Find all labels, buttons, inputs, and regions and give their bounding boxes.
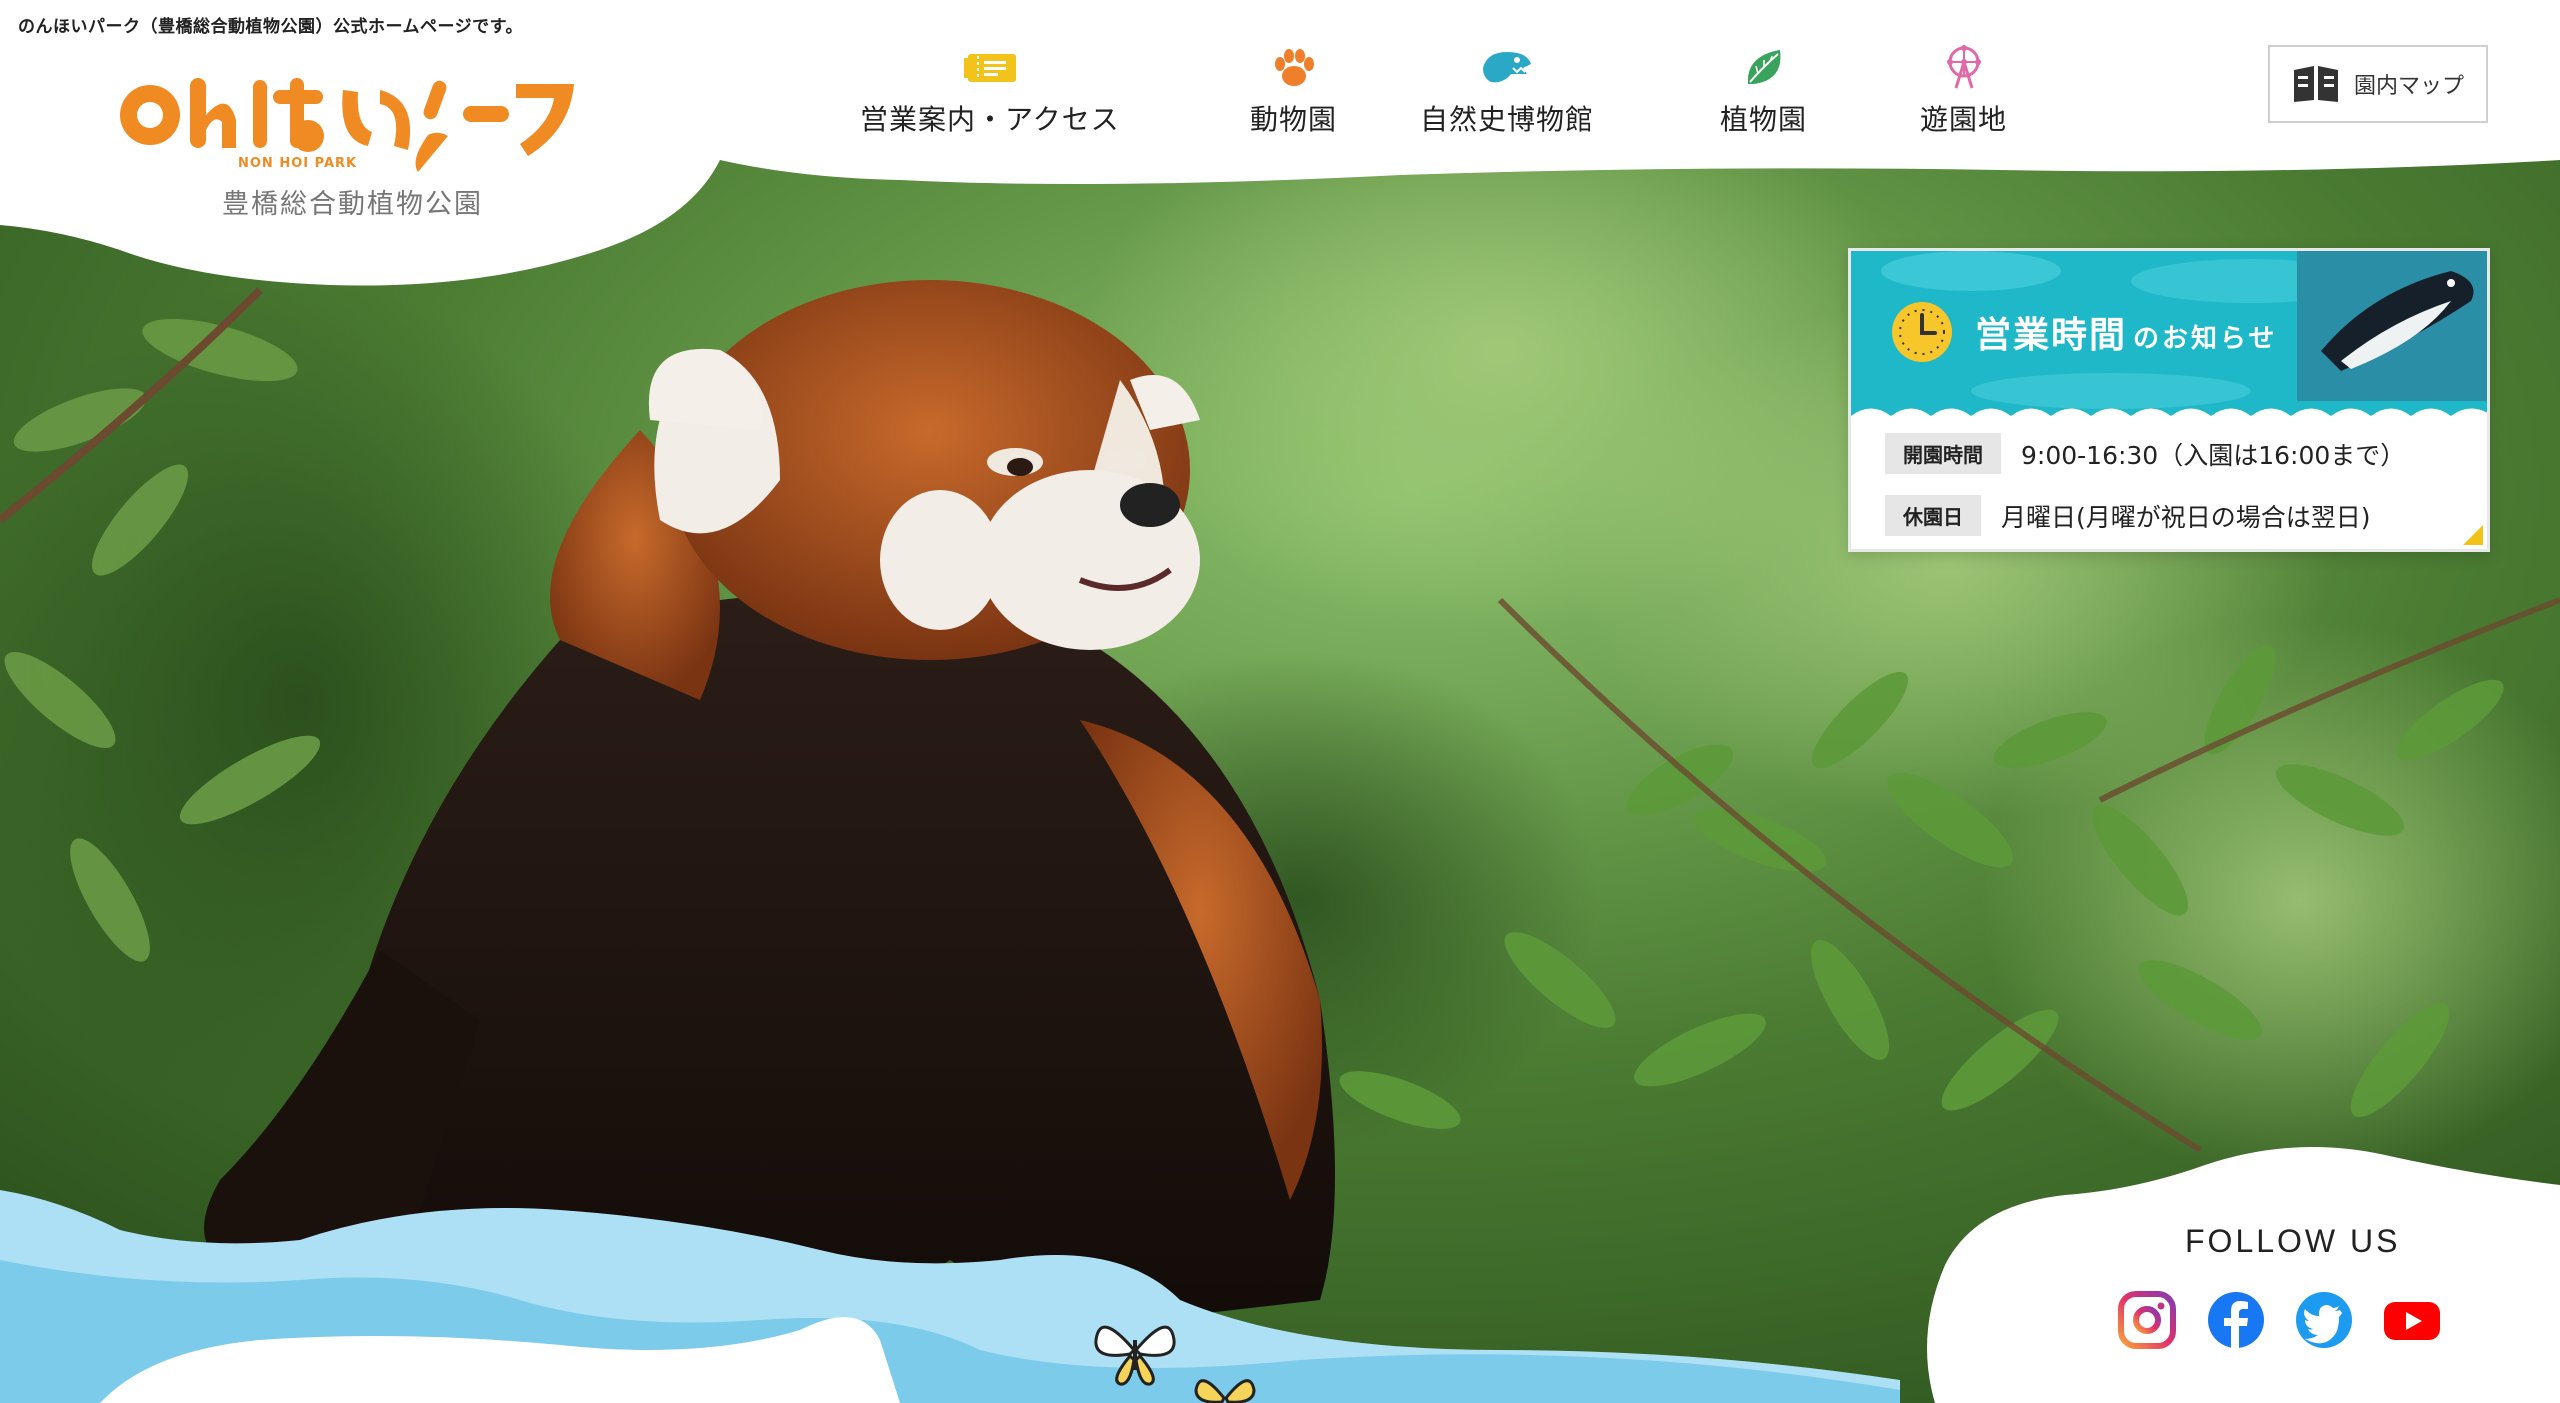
info-tag: 開園時間 bbox=[1885, 433, 2001, 474]
youtube-icon[interactable] bbox=[2382, 1290, 2442, 1350]
butterfly-illustration-small bbox=[1194, 1379, 1256, 1403]
ticket-icon bbox=[963, 54, 1016, 82]
info-value: 9:00-16:30（入園は16:00まで） bbox=[2021, 440, 2406, 470]
clock-icon bbox=[1892, 302, 1952, 362]
instagram-icon[interactable] bbox=[2117, 1290, 2177, 1350]
ferris-wheel-icon bbox=[1946, 45, 1981, 89]
nav-label: 営業案内・アクセス bbox=[860, 103, 1120, 136]
park-map-button[interactable]: 園内マップ bbox=[2268, 45, 2488, 123]
opening-hours-card[interactable]: 営業時間 のお知らせ 開園時間 9:00-16:30（入園は16:00まで） 休園… bbox=[1848, 248, 2490, 552]
info-title: 営業時間 のお知らせ bbox=[1975, 306, 2278, 358]
nav-item-botanical-garden[interactable]: 植物園 bbox=[1720, 44, 1807, 138]
info-row-hours: 開園時間 9:00-16:30（入園は16:00まで） bbox=[1885, 433, 2405, 474]
nav-label: 植物園 bbox=[1720, 103, 1808, 136]
butterfly-illustration bbox=[1094, 1325, 1176, 1386]
nav-label: 動物園 bbox=[1250, 103, 1338, 136]
info-tag: 休園日 bbox=[1885, 495, 1981, 536]
info-row-closed: 休園日 月曜日(月曜が祝日の場合は翌日) bbox=[1885, 495, 2371, 536]
nav-label: 自然史博物館 bbox=[1420, 103, 1595, 136]
logo-english: NON HOI PARK bbox=[238, 156, 358, 171]
info-title-suffix: のお知らせ bbox=[2133, 324, 2278, 354]
paw-icon bbox=[1274, 49, 1314, 86]
nav-item-guide-access[interactable]: 営業案内・アクセス bbox=[860, 44, 1120, 138]
dinosaur-icon bbox=[1483, 52, 1531, 83]
logo-subtitle: 豊橋総合動植物公園 bbox=[222, 189, 483, 220]
twitter-icon[interactable] bbox=[2294, 1290, 2354, 1350]
nav-item-zoo[interactable]: 動物園 bbox=[1250, 44, 1337, 138]
follow-us-title: FOLLOW US bbox=[2185, 1223, 2401, 1259]
leaf-icon bbox=[1747, 50, 1780, 84]
corner-marker bbox=[2463, 525, 2483, 545]
facebook-icon[interactable] bbox=[2206, 1290, 2266, 1350]
park-map-label: 園内マップ bbox=[2353, 74, 2464, 99]
site-logo[interactable]: NON HOI PARK 豊橋総合動植物公園 bbox=[118, 60, 578, 230]
info-title-main: 営業時間 bbox=[1975, 315, 2128, 356]
nav-item-amusement-park[interactable]: 遊園地 bbox=[1920, 44, 2007, 138]
follow-us-panel: FOLLOW US bbox=[1915, 1135, 2560, 1403]
map-book-icon bbox=[2293, 66, 2338, 102]
site-caption: のんほいパーク（豊橋総合動植物公園）公式ホームページです。 bbox=[18, 17, 523, 37]
nav-item-natural-history-museum[interactable]: 自然史博物館 bbox=[1420, 44, 1594, 138]
nav-label: 遊園地 bbox=[1920, 103, 2008, 136]
info-value: 月曜日(月曜が祝日の場合は翌日) bbox=[2001, 502, 2371, 532]
hero: のんほいパーク（豊橋総合動植物公園）公式ホームページです。 NON HOI PA… bbox=[0, 0, 2560, 1403]
follow-us-bg bbox=[1927, 1147, 2560, 1403]
